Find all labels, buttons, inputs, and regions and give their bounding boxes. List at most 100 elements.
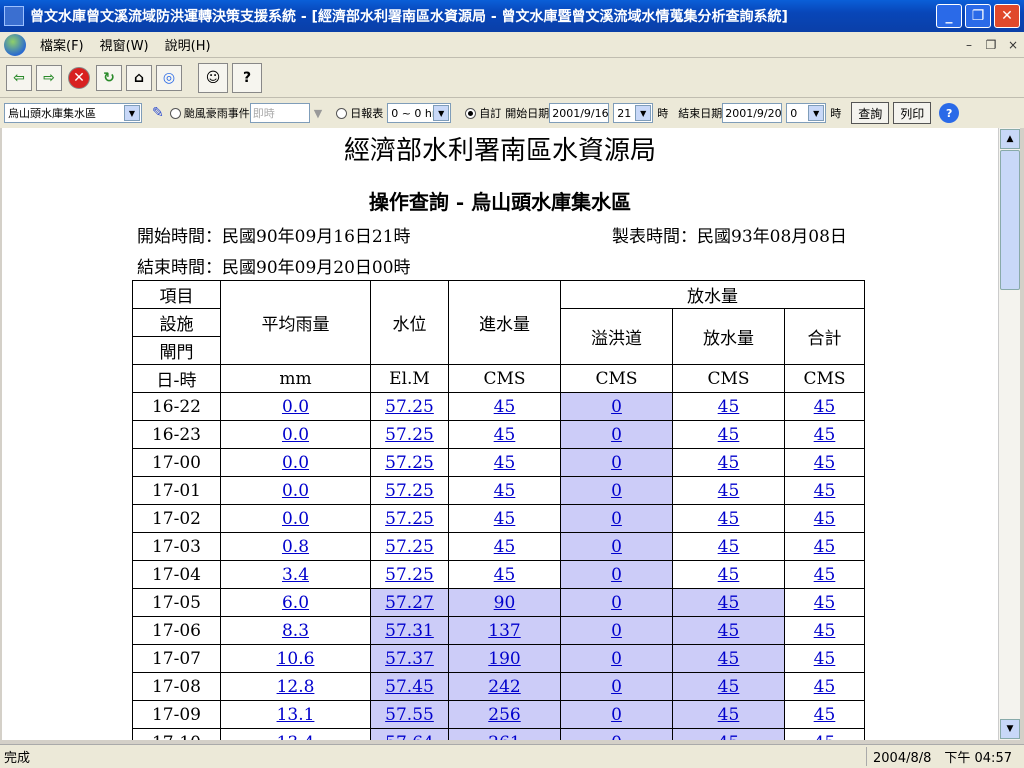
cell-spillway[interactable]: 0 [560,728,673,740]
cell-spillway[interactable]: 0 [560,672,673,701]
cell-total-link[interactable]: 45 [814,565,836,585]
cell-rain-link[interactable]: 3.4 [282,565,309,585]
cell-inflow[interactable]: 45 [448,532,561,561]
cell-level[interactable]: 57.25 [370,476,449,505]
cell-level-link[interactable]: 57.25 [385,453,434,473]
cell-rain-link[interactable]: 0.8 [282,537,309,557]
scroll-down-icon[interactable]: ▼ [1000,719,1020,739]
cell-spillway-link[interactable]: 0 [611,453,622,473]
cell-total[interactable]: 45 [784,588,865,617]
cell-total[interactable]: 45 [784,672,865,701]
cell-total-link[interactable]: 45 [814,537,836,557]
end-hour-select[interactable]: 0 ▼ [786,103,827,123]
help-person-icon[interactable]: ? [232,62,262,93]
cell-spillway[interactable]: 0 [560,532,673,561]
cell-level[interactable]: 57.31 [370,616,449,645]
cell-level-link[interactable]: 57.25 [385,565,434,585]
cell-inflow-link[interactable]: 45 [494,425,516,445]
cell-rain[interactable]: 0.0 [220,392,371,421]
cell-level-link[interactable]: 57.25 [385,425,434,445]
cell-release[interactable]: 45 [672,392,785,421]
cell-level-link[interactable]: 57.27 [385,593,434,613]
cell-inflow-link[interactable]: 190 [488,649,520,669]
cell-level-link[interactable]: 57.25 [385,481,434,501]
cell-level-link[interactable]: 57.31 [385,621,434,641]
cell-rain-link[interactable]: 6.0 [282,593,309,613]
cell-level[interactable]: 57.25 [370,560,449,589]
cell-inflow[interactable]: 45 [448,504,561,533]
cell-total-link[interactable]: 45 [814,397,836,417]
help-icon[interactable]: ? [939,103,960,123]
cell-inflow-link[interactable]: 256 [488,705,520,725]
cell-release-link[interactable]: 45 [718,649,740,669]
home-icon[interactable]: ⌂ [126,64,152,91]
cell-release[interactable]: 45 [672,420,785,449]
cell-rain[interactable]: 0.8 [220,532,371,561]
cell-spillway[interactable]: 0 [560,644,673,673]
cell-release[interactable]: 45 [672,448,785,477]
person-icon[interactable]: ☺ [198,62,228,93]
cell-total-link[interactable]: 45 [814,425,836,445]
cell-inflow-link[interactable]: 90 [494,593,516,613]
cell-inflow[interactable]: 90 [448,588,561,617]
cell-spillway[interactable]: 0 [560,448,673,477]
cell-inflow-link[interactable]: 45 [494,481,516,501]
cell-rain[interactable]: 8.3 [220,616,371,645]
cell-total-link[interactable]: 45 [814,453,836,473]
cell-level-link[interactable]: 57.25 [385,537,434,557]
search-icon[interactable]: ◎ [156,64,182,91]
cell-level-link[interactable]: 57.25 [385,509,434,529]
scroll-thumb[interactable] [1000,150,1020,290]
cell-spillway-link[interactable]: 0 [611,481,622,501]
cell-rain[interactable]: 6.0 [220,588,371,617]
back-icon[interactable]: ⇦ [6,64,32,91]
cell-release[interactable]: 45 [672,560,785,589]
cell-release[interactable]: 45 [672,644,785,673]
cell-total-link[interactable]: 45 [814,705,836,725]
cell-total[interactable]: 45 [784,644,865,673]
cell-level[interactable]: 57.27 [370,588,449,617]
cell-release-link[interactable]: 45 [718,397,740,417]
cell-total-link[interactable]: 45 [814,509,836,529]
cell-release-link[interactable]: 45 [718,537,740,557]
cell-rain[interactable]: 3.4 [220,560,371,589]
start-date-field[interactable]: 2001/9/16 [549,103,610,123]
cell-total-link[interactable]: 45 [814,593,836,613]
menu-help[interactable]: 說明(H) [157,35,219,54]
cell-inflow-link[interactable]: 45 [494,453,516,473]
cell-total[interactable]: 45 [784,476,865,505]
cell-rain-link[interactable]: 8.3 [282,621,309,641]
minimize-button[interactable]: _ [936,4,962,28]
cell-level[interactable]: 57.25 [370,392,449,421]
cell-rain[interactable]: 0.0 [220,504,371,533]
cell-spillway-link[interactable]: 0 [611,397,622,417]
cell-inflow[interactable]: 45 [448,448,561,477]
cell-inflow-link[interactable]: 45 [494,537,516,557]
cell-level[interactable]: 57.64 [370,728,449,740]
cell-release[interactable]: 45 [672,588,785,617]
cell-spillway-link[interactable]: 0 [611,425,622,445]
cell-inflow[interactable]: 190 [448,644,561,673]
cell-total[interactable]: 45 [784,728,865,740]
cell-total[interactable]: 45 [784,448,865,477]
cell-rain[interactable]: 0.0 [220,476,371,505]
cell-release-link[interactable]: 45 [718,677,740,697]
cell-level[interactable]: 57.25 [370,532,449,561]
refresh-icon[interactable]: ↻ [96,64,122,91]
cell-total[interactable]: 45 [784,504,865,533]
cell-spillway-link[interactable]: 0 [611,509,622,529]
cell-release[interactable]: 45 [672,700,785,729]
print-button[interactable]: 列印 [893,102,932,124]
cell-spillway[interactable]: 0 [560,504,673,533]
cell-rain-link[interactable]: 13.1 [277,705,315,725]
cell-spillway-link[interactable]: 0 [611,565,622,585]
cell-rain-link[interactable]: 0.0 [282,453,309,473]
cell-spillway[interactable]: 0 [560,392,673,421]
cell-rain[interactable]: 13.4 [220,728,371,740]
cell-level[interactable]: 57.55 [370,700,449,729]
cell-spillway-link[interactable]: 0 [611,537,622,557]
cell-spillway[interactable]: 0 [560,700,673,729]
cell-level[interactable]: 57.45 [370,672,449,701]
cell-spillway-link[interactable]: 0 [611,649,622,669]
cell-spillway[interactable]: 0 [560,420,673,449]
